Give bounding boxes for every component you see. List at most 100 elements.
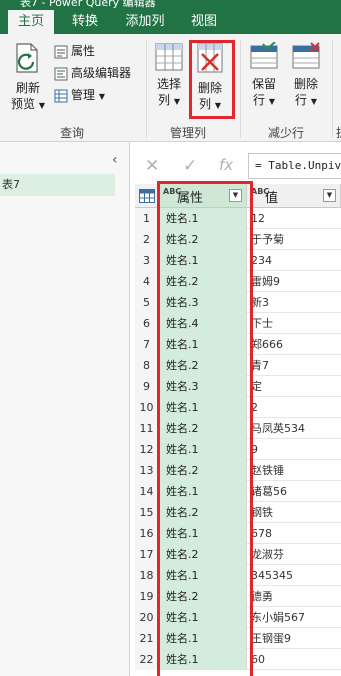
- cut-off-group-label: 拆: [336, 124, 341, 141]
- value-cell[interactable]: 9: [247, 439, 341, 460]
- properties-label: 属性: [71, 44, 96, 58]
- value-cell[interactable]: 定: [247, 376, 341, 397]
- chevron-down-icon: ▼: [268, 97, 275, 106]
- highlight-box-remove-columns: [189, 40, 235, 119]
- value-cell[interactable]: 234: [247, 250, 341, 271]
- row-number[interactable]: 18: [135, 565, 159, 586]
- row-number[interactable]: 13: [135, 460, 159, 481]
- value-cell[interactable]: 678: [247, 523, 341, 544]
- keep-rows-button[interactable]: 保留 行 ▼: [246, 41, 282, 111]
- remove-rows-button[interactable]: 删除 行 ▼: [288, 42, 324, 111]
- row-number[interactable]: 20: [135, 607, 159, 628]
- row-number[interactable]: 6: [135, 313, 159, 334]
- value-cell[interactable]: 龙淑芬: [247, 544, 341, 565]
- value-cell[interactable]: 345345: [247, 565, 341, 586]
- ribbon-separator: [240, 40, 241, 138]
- filter-dropdown-icon[interactable]: ▼: [323, 189, 336, 202]
- reduce-rows-group-label: 减少行: [268, 126, 305, 140]
- row-number[interactable]: 8: [135, 355, 159, 376]
- queries-pane: ‹ 表7: [0, 142, 130, 676]
- row-number[interactable]: 7: [135, 334, 159, 355]
- formula-input[interactable]: = Table.Unpiv: [248, 153, 341, 179]
- choose-columns-button[interactable]: 选择 列 ▼: [152, 42, 186, 111]
- advanced-editor-label: 高级编辑器: [71, 66, 132, 80]
- value-cell[interactable]: 下士: [247, 313, 341, 334]
- choose-columns-icon: [155, 43, 183, 71]
- value-cell[interactable]: 诸葛56: [247, 481, 341, 502]
- query-item[interactable]: 表7: [0, 174, 115, 196]
- value-cell[interactable]: 德勇: [247, 586, 341, 607]
- refresh-preview-button[interactable]: 刷新 预览 ▼: [8, 42, 48, 115]
- value-cell[interactable]: 于予菊: [247, 229, 341, 250]
- properties-button[interactable]: 属性: [54, 42, 95, 59]
- table-icon: [139, 189, 155, 203]
- window-title-bar: 表7 - Power Query 编辑器: [0, 0, 341, 8]
- row-number[interactable]: 2: [135, 229, 159, 250]
- ribbon-separator: [332, 40, 333, 138]
- row-number[interactable]: 11: [135, 418, 159, 439]
- row-number[interactable]: 10: [135, 397, 159, 418]
- tab-view[interactable]: 视图: [182, 10, 226, 34]
- window-title: 表7 - Power Query 编辑器: [20, 0, 156, 8]
- ribbon-separator: [146, 40, 147, 138]
- manage-columns-group-label: 管理列: [170, 126, 207, 140]
- keep-rows-label-2: 行: [253, 93, 266, 107]
- value-cell[interactable]: 雷姆9: [247, 271, 341, 292]
- value-cell[interactable]: 郑666: [247, 334, 341, 355]
- query-group-label: 查询: [60, 126, 85, 140]
- manage-label: 管理: [71, 88, 96, 102]
- ribbon: 刷新 预览 ▼ 属性 高级编辑器 管理 ▼ 查询 选择 列 ▼ 删除 列 ▼ 管…: [0, 34, 341, 142]
- value-cell[interactable]: 新3: [247, 292, 341, 313]
- value-cell[interactable]: 马凤英534: [247, 418, 341, 439]
- chevron-down-icon: ▼: [98, 92, 105, 101]
- value-cell[interactable]: 王钢蛋9: [247, 628, 341, 649]
- chevron-down-icon: ▼: [310, 97, 317, 106]
- confirm-icon[interactable]: ✓: [183, 156, 197, 176]
- fx-icon[interactable]: fx: [219, 156, 233, 174]
- value-cell[interactable]: 60: [247, 649, 341, 670]
- advanced-editor-icon: [54, 67, 68, 80]
- properties-icon: [54, 45, 68, 58]
- keep-rows-icon: [250, 41, 278, 69]
- row-number[interactable]: 5: [135, 292, 159, 313]
- chevron-down-icon: ▼: [173, 97, 180, 106]
- manage-icon: [54, 89, 68, 102]
- value-cell[interactable]: 12: [247, 208, 341, 229]
- value-cell[interactable]: 东小娟567: [247, 607, 341, 628]
- row-number[interactable]: 19: [135, 586, 159, 607]
- highlight-box-attribute-column: [157, 181, 253, 676]
- row-number[interactable]: 12: [135, 439, 159, 460]
- value-cell[interactable]: 2: [247, 397, 341, 418]
- row-number[interactable]: 17: [135, 544, 159, 565]
- row-number[interactable]: 22: [135, 649, 159, 670]
- row-number[interactable]: 21: [135, 628, 159, 649]
- row-number[interactable]: 9: [135, 376, 159, 397]
- column-header-label: 值: [265, 191, 279, 206]
- remove-rows-label-2: 行: [295, 93, 308, 107]
- choose-columns-label-2: 列: [158, 93, 171, 107]
- row-number[interactable]: 1: [135, 208, 159, 229]
- refresh-preview-icon: [16, 43, 38, 73]
- column-header-value[interactable]: ABC 值 ▼: [247, 184, 341, 208]
- manage-button[interactable]: 管理 ▼: [54, 86, 105, 103]
- advanced-editor-button[interactable]: 高级编辑器: [54, 64, 131, 81]
- cancel-icon[interactable]: ✕: [145, 156, 159, 176]
- row-number[interactable]: 16: [135, 523, 159, 544]
- formula-bar: ✕ ✓ fx = Table.Unpiv: [131, 150, 341, 182]
- refresh-label-2: 预览: [11, 97, 36, 111]
- grid-corner[interactable]: [135, 184, 159, 208]
- tab-transform[interactable]: 转换: [62, 10, 108, 34]
- value-cell[interactable]: 赵铁锤: [247, 460, 341, 481]
- value-cell[interactable]: 青7: [247, 355, 341, 376]
- tab-add-column[interactable]: 添加列: [116, 10, 174, 34]
- value-cell[interactable]: 钢铁: [247, 502, 341, 523]
- chevron-down-icon: ▼: [38, 101, 45, 110]
- row-number[interactable]: 3: [135, 250, 159, 271]
- ribbon-tabs: 主页 转换 添加列 视图: [0, 8, 341, 34]
- remove-rows-icon: [292, 42, 320, 69]
- row-number[interactable]: 14: [135, 481, 159, 502]
- row-number[interactable]: 4: [135, 271, 159, 292]
- collapse-chevron-icon[interactable]: ‹: [112, 152, 118, 168]
- row-number[interactable]: 15: [135, 502, 159, 523]
- tab-home[interactable]: 主页: [8, 10, 54, 34]
